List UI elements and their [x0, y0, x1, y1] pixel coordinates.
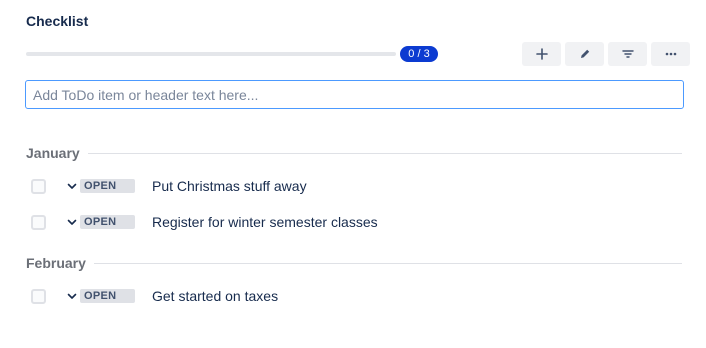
checklist-title: Checklist: [26, 13, 89, 29]
progress-badge: 0 / 3: [400, 46, 438, 62]
group-header-february: February: [26, 255, 682, 271]
checklist-item: OPEN Put Christmas stuff away: [31, 174, 671, 198]
add-todo-input[interactable]: [25, 80, 684, 109]
checklist-item: OPEN Register for winter semester classe…: [31, 210, 671, 234]
item-text[interactable]: Get started on taxes: [152, 288, 278, 304]
item-checkbox[interactable]: [31, 288, 46, 304]
pencil-icon: [580, 49, 589, 58]
checklist-panel: Checklist 0 / 3 Add ToDo item or header …: [0, 0, 706, 348]
item-text[interactable]: Put Christmas stuff away: [152, 178, 307, 194]
status-badge[interactable]: OPEN: [80, 289, 135, 303]
group-header-label: February: [26, 255, 86, 271]
status-badge[interactable]: OPEN: [80, 215, 135, 229]
plus-icon: [535, 48, 548, 60]
group-divider: [93, 262, 682, 264]
chevron-down-icon[interactable]: [67, 181, 77, 191]
checklist-toolbar: [522, 42, 690, 66]
add-item-button[interactable]: [522, 42, 561, 66]
edit-button[interactable]: [565, 42, 604, 66]
filter-icon: [621, 50, 634, 58]
group-header-january: January: [26, 145, 682, 161]
group-header-label: January: [26, 145, 80, 161]
more-button[interactable]: [651, 42, 690, 66]
progress-bar: [26, 52, 396, 56]
more-horizontal-icon: [665, 52, 676, 56]
item-text[interactable]: Register for winter semester classes: [152, 214, 378, 230]
item-checkbox[interactable]: [31, 214, 46, 230]
status-badge[interactable]: OPEN: [80, 179, 135, 193]
chevron-down-icon[interactable]: [67, 291, 77, 301]
item-checkbox[interactable]: [31, 178, 46, 194]
group-divider: [87, 152, 682, 154]
chevron-down-icon[interactable]: [67, 217, 77, 227]
checklist-item: OPEN Get started on taxes: [31, 284, 671, 308]
filter-button[interactable]: [608, 42, 647, 66]
